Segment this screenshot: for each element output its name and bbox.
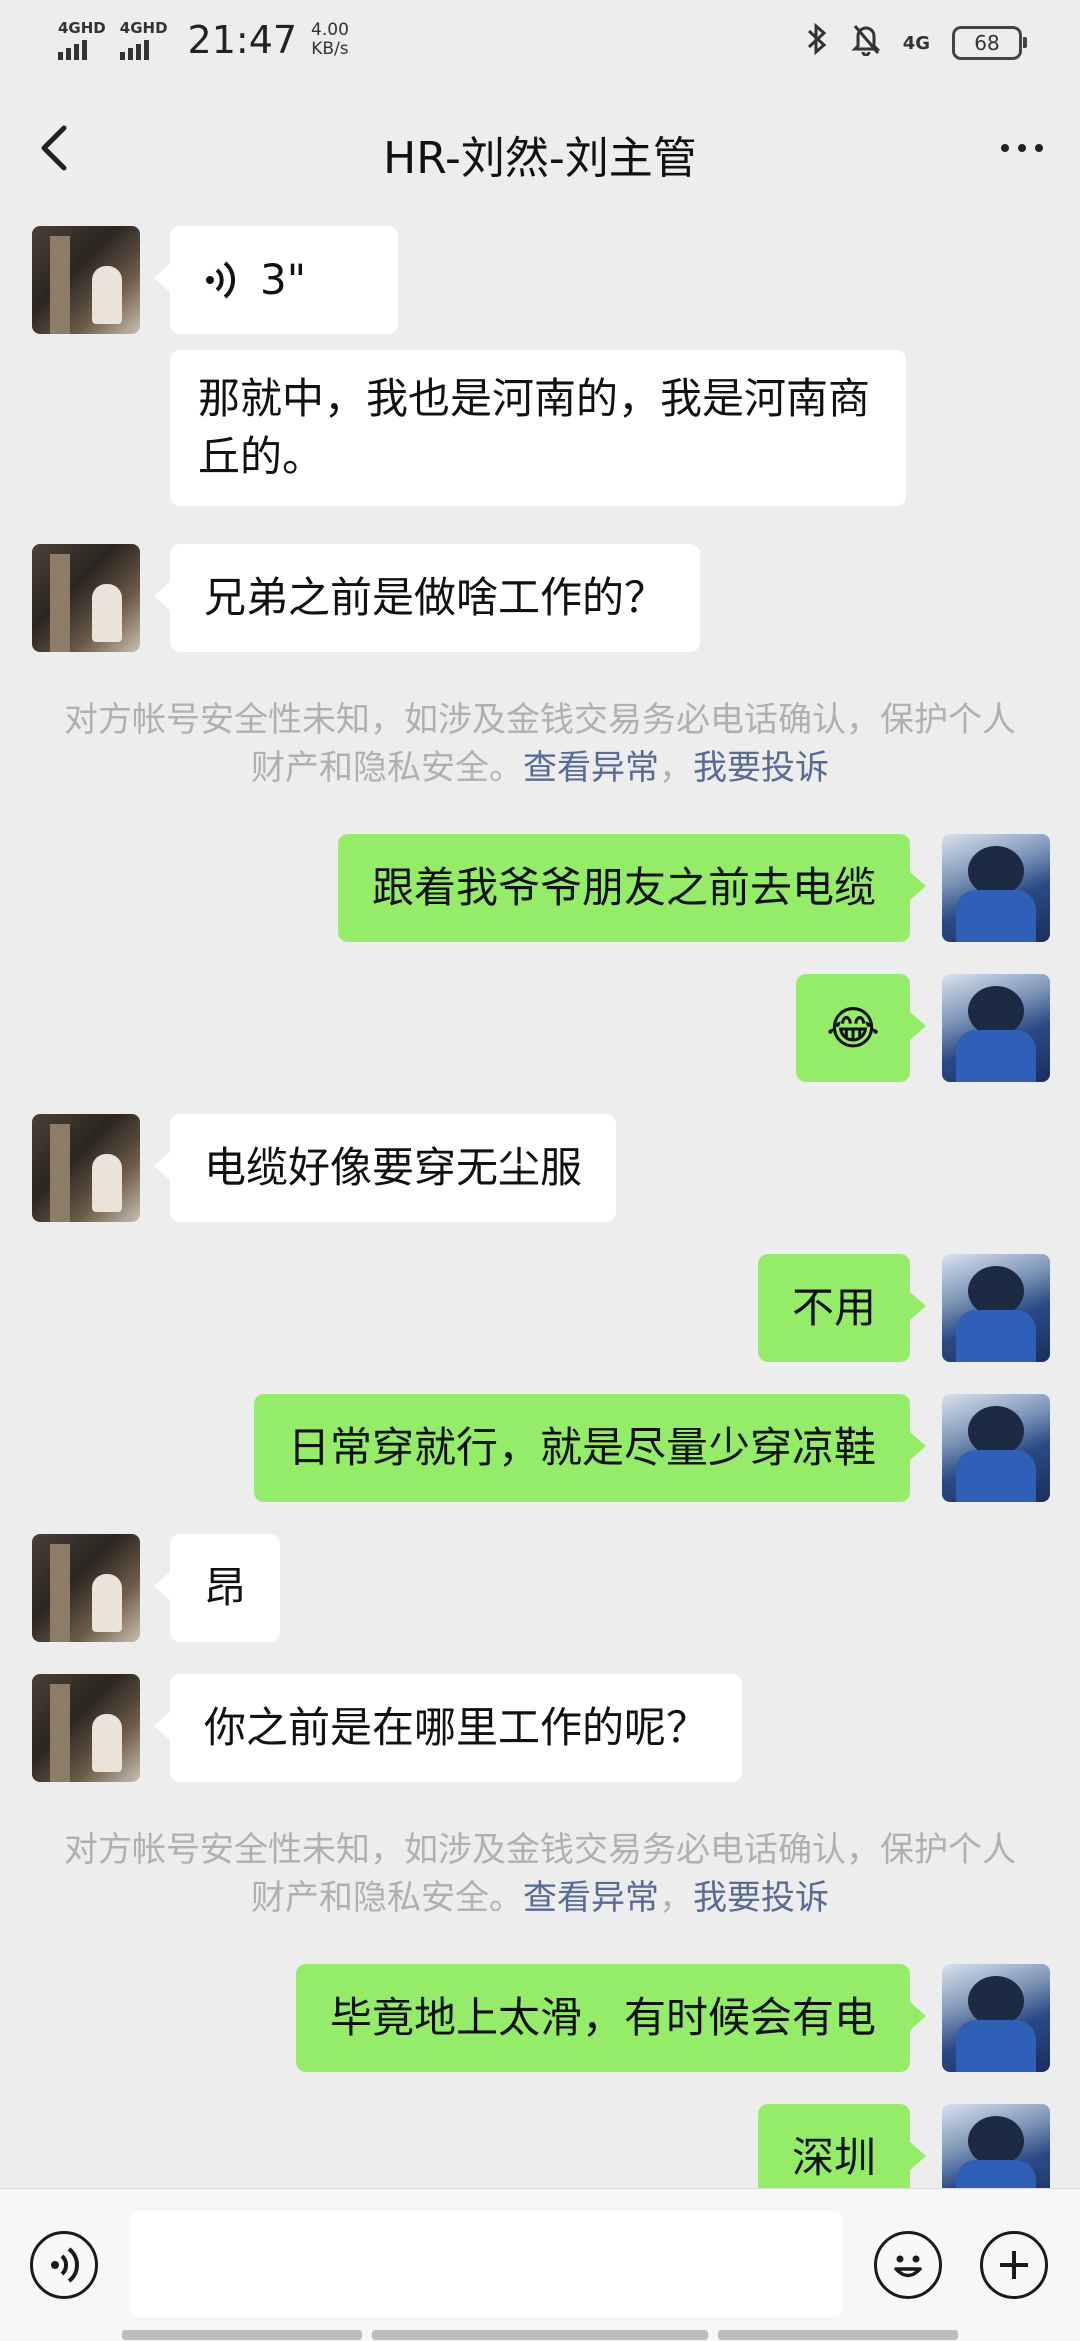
gesture-bar <box>718 2330 958 2340</box>
message-bubble[interactable]: 那就中，我也是河南的，我是河南商丘的。 <box>170 350 906 506</box>
contact-avatar[interactable] <box>32 544 140 652</box>
sim1-label: 4GHD <box>58 18 106 37</box>
message-bubble[interactable]: 不用 <box>757 1254 927 1362</box>
security-notice: 对方帐号安全性未知，如涉及金钱交易务必电话确认，保护个人财产和隐私安全。查看异常… <box>60 1826 1020 1922</box>
my-avatar[interactable] <box>942 1964 1050 2072</box>
my-avatar[interactable] <box>942 2104 1050 2188</box>
notice-separator: ， <box>659 748 693 788</box>
emoji-button[interactable] <box>874 2231 942 2299</box>
chat-header: HR-刘然-刘主管 <box>0 84 1080 212</box>
voice-message[interactable]: 3" <box>154 226 398 334</box>
my-avatar[interactable] <box>942 974 1050 1082</box>
message-bubble[interactable]: 电缆好像要穿无尘服 <box>153 1114 617 1222</box>
contact-avatar[interactable] <box>32 1114 140 1222</box>
emoji-smile-icon <box>894 2255 922 2278</box>
message-bubble[interactable]: 毕竟地上太滑，有时候会有电 <box>295 1964 927 2072</box>
battery-icon: 68 <box>952 26 1027 60</box>
view-anomaly-link[interactable]: 查看异常 <box>523 748 659 788</box>
bluetooth-icon <box>805 22 829 64</box>
report-link[interactable]: 我要投诉 <box>693 1878 829 1918</box>
voice-mode-icon <box>51 2247 79 2283</box>
contact-avatar[interactable] <box>32 1534 140 1642</box>
voice-mode-button[interactable] <box>30 2231 98 2299</box>
voice-wave-icon <box>206 261 236 299</box>
battery-level: 68 <box>974 31 1000 55</box>
sim2-label: 4GHD <box>119 18 168 37</box>
view-anomaly-link[interactable]: 查看异常 <box>523 1878 659 1918</box>
status-bar: 4GHD 4GHD 21:47 4.00 KB/s 4G 68 <box>0 0 1080 84</box>
bell-off-icon <box>851 22 881 64</box>
message-bubble[interactable]: 兄弟之前是做啥工作的？ <box>153 544 701 652</box>
contact-avatar[interactable] <box>32 226 140 334</box>
more-dots-icon <box>1001 144 1009 152</box>
emoji-message[interactable]: 😂 <box>796 974 926 1082</box>
my-avatar[interactable] <box>942 834 1050 942</box>
message-list[interactable]: 3" 那就中，我也是河南的，我是河南商丘的。 兄弟之前是做啥工作的？ 对方帐号安… <box>0 212 1080 2188</box>
security-notice: 对方帐号安全性未知，如涉及金钱交易务必电话确认，保护个人财产和隐私安全。查看异常… <box>60 696 1020 792</box>
4g-icon: 4G <box>902 32 930 54</box>
message-bubble[interactable]: 昂 <box>153 1534 281 1642</box>
message-input[interactable] <box>130 2211 842 2317</box>
chat-title: HR-刘然-刘主管 <box>383 133 697 184</box>
more-actions-button[interactable] <box>980 2231 1048 2299</box>
more-button[interactable] <box>990 116 1054 180</box>
message-bubble[interactable]: 跟着我爷爷朋友之前去电缆 <box>337 834 927 942</box>
sim2-signal-icon: 4GHD <box>119 18 168 60</box>
message-bubble[interactable]: 日常穿就行，就是尽量少穿凉鞋 <box>253 1394 927 1502</box>
network-speed-value: 4.00 <box>311 20 349 40</box>
my-avatar[interactable] <box>942 1254 1050 1362</box>
message-bubble[interactable]: 深圳 <box>757 2104 927 2188</box>
sim1-signal-icon: 4GHD <box>58 18 106 60</box>
notice-separator: ， <box>659 1878 693 1918</box>
network-speed-unit: KB/s <box>311 39 349 59</box>
voice-duration: 3" <box>260 255 307 304</box>
network-speed: 4.00 KB/s <box>311 21 349 59</box>
contact-avatar[interactable] <box>32 1674 140 1782</box>
gesture-bar <box>372 2330 708 2340</box>
status-time: 21:47 <box>187 18 298 62</box>
my-avatar[interactable] <box>942 1394 1050 1502</box>
plus-icon <box>1000 2251 1028 2279</box>
gesture-bar <box>122 2330 362 2340</box>
message-bubble[interactable]: 你之前是在哪里工作的呢？ <box>153 1674 743 1782</box>
input-bar <box>0 2188 1080 2341</box>
report-link[interactable]: 我要投诉 <box>693 748 829 788</box>
